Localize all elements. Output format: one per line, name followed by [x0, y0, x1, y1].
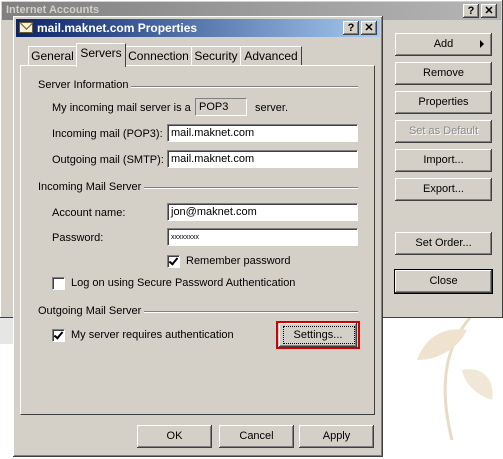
properties-dialog: mail.maknet.com Properties ? ✕ General S… [13, 16, 383, 457]
remember-password-checkbox[interactable] [167, 255, 180, 268]
apply-button[interactable]: Apply [299, 425, 374, 448]
close-button[interactable]: Close [395, 270, 492, 293]
properties-button[interactable]: Properties [395, 91, 492, 114]
add-button-label: Add [433, 38, 454, 50]
outgoing-mail-field[interactable]: mail.maknet.com [167, 150, 358, 168]
tab-connection[interactable]: Connection [125, 46, 192, 66]
submenu-arrow-icon [480, 40, 484, 48]
password-label: Password: [52, 232, 104, 244]
incoming-server-heading: Incoming Mail Server [38, 181, 145, 193]
set-order-button[interactable]: Set Order... [395, 232, 492, 255]
dialog-titlebar: mail.maknet.com Properties [16, 19, 380, 37]
account-name-label: Account name: [52, 207, 126, 219]
dialog-title: mail.maknet.com Properties [37, 21, 198, 35]
mail-envelope-icon [19, 22, 33, 33]
outer-close-button[interactable]: ✕ [481, 4, 497, 18]
tab-advanced[interactable]: Advanced [240, 46, 302, 66]
ok-button[interactable]: OK [137, 425, 212, 448]
import-button[interactable]: Import... [395, 149, 492, 172]
auth-required-label[interactable]: My server requires authentication [71, 329, 234, 341]
set-as-default-button[interactable]: Set as Default [395, 120, 492, 143]
incoming-mail-field[interactable]: mail.maknet.com [167, 124, 358, 142]
export-button[interactable]: Export... [395, 178, 492, 201]
remember-password-label[interactable]: Remember password [186, 255, 291, 267]
tab-general[interactable]: General [28, 46, 77, 66]
dialog-close-button[interactable]: ✕ [361, 21, 377, 35]
decorative-leaf-graphic [417, 308, 493, 441]
account-name-field[interactable]: jon@maknet.com [167, 203, 358, 221]
window-title: Internet Accounts [6, 4, 100, 16]
tab-security[interactable]: Security [191, 46, 241, 66]
incoming-type-prefix: My incoming mail server is a [52, 102, 191, 114]
spa-checkbox[interactable] [52, 277, 65, 290]
spa-label[interactable]: Log on using Secure Password Authenticat… [71, 277, 295, 289]
outer-help-button[interactable]: ? [463, 4, 479, 18]
incoming-mail-label: Incoming mail (POP3): [52, 128, 163, 140]
add-button[interactable]: Add [395, 33, 492, 56]
outgoing-server-heading: Outgoing Mail Server [38, 305, 145, 317]
auth-required-checkbox[interactable] [52, 329, 65, 342]
settings-highlight-box [276, 321, 360, 349]
outgoing-mail-label: Outgoing mail (SMTP): [52, 154, 164, 166]
password-field[interactable]: xxxxxxxx [167, 228, 358, 246]
cancel-button[interactable]: Cancel [219, 425, 294, 448]
tab-servers[interactable]: Servers [76, 43, 126, 67]
remove-button[interactable]: Remove [395, 62, 492, 85]
incoming-type-suffix: server. [255, 102, 289, 114]
dialog-help-button[interactable]: ? [343, 21, 359, 35]
server-type-value: POP3 [195, 98, 247, 116]
server-info-heading: Server Information [38, 79, 132, 91]
